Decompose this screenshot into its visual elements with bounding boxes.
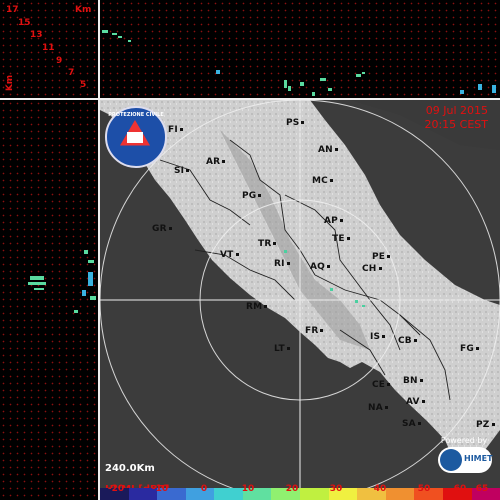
- city-av: AV: [406, 397, 425, 407]
- legend-tick-label: 50: [417, 484, 431, 494]
- city-sa: SA: [402, 419, 421, 429]
- legend-tick-label: -20: [107, 484, 125, 494]
- cross-section-echoes: [102, 30, 496, 96]
- legend-tick-label: -10: [151, 484, 169, 494]
- legend-tick-label: 30: [329, 484, 343, 494]
- timestamp: 09 Jul 2015 20:15 CEST: [424, 104, 488, 132]
- city-fr: FR: [305, 326, 324, 336]
- level-5: 5: [80, 80, 87, 90]
- legend-tick-label: 60: [453, 484, 467, 494]
- city-rm: RM: [246, 302, 268, 312]
- legend-tick-label: 40: [373, 484, 387, 494]
- legend-tick-label: 20: [285, 484, 299, 494]
- himet-brand: HIMET: [464, 454, 493, 463]
- time-label: 20:15 CEST: [424, 118, 488, 131]
- km-vertical-label: Km: [5, 74, 16, 92]
- altitude-scale-panel: 17 Km 15 13 11 9 7 5 Km: [0, 0, 98, 98]
- city-tr: TR: [258, 239, 277, 249]
- city-pe: PE: [372, 252, 391, 262]
- himet-logo: HIMET: [438, 447, 493, 473]
- level-15: 15: [18, 18, 31, 28]
- city-ap: AP: [324, 216, 343, 226]
- date-label: 09 Jul 2015: [425, 104, 488, 117]
- city-bn: BN: [403, 376, 423, 386]
- legend-tick-label: 65: [475, 484, 489, 494]
- powered-by-label: Powered by: [440, 436, 488, 445]
- city-gr: GR: [152, 224, 172, 234]
- km-label: Km: [75, 5, 92, 15]
- legend-tick-label: 0: [200, 484, 208, 494]
- legend-swatch: [385, 488, 415, 500]
- city-si: SI: [174, 166, 190, 176]
- level-9: 9: [56, 56, 63, 66]
- civil-protection-logo: PROTEZIONE CIVILE: [105, 106, 167, 168]
- city-vt: VT: [220, 250, 239, 260]
- radar-map[interactable]: PROTEZIONE CIVILE 09 Jul 2015 20:15 CEST…: [100, 100, 500, 500]
- city-an: AN: [318, 145, 338, 155]
- level-11: 11: [42, 43, 55, 53]
- city-fg: FG: [460, 344, 479, 354]
- ew-cross-section: [0, 100, 98, 500]
- city-is: IS: [370, 332, 386, 342]
- horizontal-separator: [0, 98, 500, 100]
- cross-section-echoes-left: [28, 250, 96, 313]
- legend-tick-label: 10: [241, 484, 255, 494]
- level-17: 17: [6, 5, 19, 15]
- range-label: 240.0Km: [105, 463, 155, 474]
- city-ce: CE: [372, 380, 391, 390]
- radar-display: 17 Km 15 13 11 9 7 5 Km PROTEZIONE CIVIL…: [0, 0, 500, 500]
- city-ps: PS: [286, 118, 305, 128]
- city-na: NA: [368, 403, 388, 413]
- city-ri: RI: [274, 259, 290, 269]
- legend-swatch: [300, 488, 329, 500]
- city-mc: MC: [312, 176, 333, 186]
- himet-circle-icon: [440, 449, 462, 471]
- city-pz: PZ: [476, 420, 495, 430]
- city-fi: FI: [168, 125, 183, 135]
- level-7: 7: [68, 68, 75, 78]
- city-cb: CB: [398, 336, 417, 346]
- level-13: 13: [30, 30, 43, 40]
- vertical-separator: [98, 0, 100, 500]
- ns-cross-section: [100, 0, 500, 98]
- city-te: TE: [332, 234, 350, 244]
- city-lt: LT: [274, 344, 290, 354]
- city-ch: CH: [362, 264, 382, 274]
- city-ar: AR: [206, 157, 226, 167]
- city-pg: PG: [242, 191, 262, 201]
- city-aq: AQ: [310, 262, 331, 272]
- legend-swatch: [214, 488, 243, 500]
